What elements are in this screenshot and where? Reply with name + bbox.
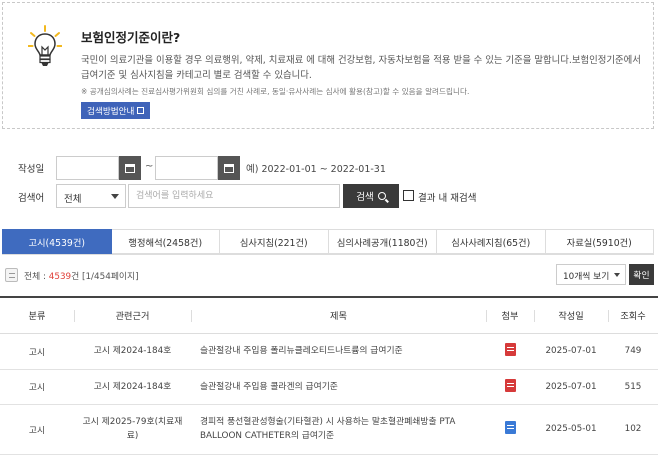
keyword-label: 검색어: [18, 193, 45, 204]
calendar-icon: [224, 163, 234, 173]
header-basis: 관련근거: [74, 296, 191, 334]
confirm-button[interactable]: 확인: [629, 264, 654, 285]
search-guide-label: 검색방법안내: [87, 106, 135, 117]
row-basis: 고시 제2024-184호: [74, 369, 191, 405]
calendar-icon: [125, 163, 135, 173]
search-scope-value: 전체: [64, 194, 82, 205]
row-category: 고시: [0, 404, 74, 455]
category-tabs: 고시(4539건) 행정해석(2458건) 심사지침(221건) 심의사례공개(…: [2, 229, 654, 255]
tab-review-cases-public[interactable]: 심의사례공개(1180건): [328, 229, 437, 254]
date-label: 작성일: [18, 164, 45, 175]
row-basis: 고시 제2025-79호(치료재료): [74, 404, 191, 455]
row-date: 2025-05-01: [534, 404, 608, 455]
pdf-file-icon[interactable]: [504, 378, 516, 392]
search-scope-select[interactable]: 전체: [56, 184, 126, 208]
within-results-checkbox[interactable]: [403, 190, 414, 201]
tab-notice[interactable]: 고시(4539건): [2, 229, 112, 254]
search-guide-button[interactable]: 검색방법안내: [81, 102, 151, 119]
lightbulb-icon: [28, 25, 62, 66]
row-date: 2025-07-01: [534, 333, 608, 370]
row-basis: 고시 제2024-184호: [74, 333, 191, 370]
row-title-link[interactable]: 슬관절강내 주입용 콜라겐의 급여기준: [191, 369, 486, 405]
row-category: 고시: [0, 369, 74, 405]
date-to-input[interactable]: [155, 156, 218, 180]
row-title-link[interactable]: 슬관절강내 주입용 폴리뉴클레오티드나트륨의 급여기준: [191, 333, 486, 370]
row-title-link[interactable]: 경피적 풍선혈관성형술(기타혈관) 시 사용하는 말초혈관폐쇄방출 PTA BA…: [191, 404, 486, 455]
chevron-down-icon: [614, 273, 620, 277]
info-box: 보험인정기준이란? 국민이 의료기관을 이용할 경우 의료행위, 약제, 치료재…: [2, 2, 654, 129]
date-to-calendar-button[interactable]: [218, 156, 240, 180]
table-row[interactable]: 고시 고시 제2025-79호(치료재료) 경피적 풍선혈관성형술(기타혈관) …: [0, 404, 658, 455]
header-attachment: 첨부: [486, 296, 534, 334]
header-category: 분류: [0, 296, 74, 334]
search-input[interactable]: [128, 184, 340, 208]
document-file-icon[interactable]: [504, 421, 516, 434]
date-range-separator: ~: [145, 161, 154, 172]
search-button[interactable]: 검색: [343, 184, 399, 208]
chevron-down-icon: [111, 194, 119, 199]
header-date: 작성일: [534, 296, 608, 334]
results-table: 분류 관련근거 제목 첨부 작성일 조회수 고시 고시 제2024-184호 슬…: [0, 296, 658, 455]
row-attachment: [486, 369, 534, 405]
external-window-icon: [137, 107, 145, 114]
row-views: 515: [608, 369, 658, 405]
tab-review-guidelines[interactable]: 심사지침(221건): [220, 229, 329, 254]
table-row[interactable]: 고시 고시 제2024-184호 슬관절강내 주입용 폴리뉴클레오티드나트륨의 …: [0, 333, 658, 370]
header-views: 조회수: [608, 296, 658, 334]
header-title: 제목: [191, 296, 486, 334]
date-from-calendar-button[interactable]: [119, 156, 141, 180]
result-suffix: 건 [1/454페이지]: [71, 272, 139, 282]
info-note: ※ 공개심의사례는 진료심사평가위원회 심의를 거친 사례로, 동일·유사사례는…: [81, 87, 470, 96]
document-icon: [5, 268, 18, 282]
pdf-file-icon[interactable]: [504, 343, 516, 356]
result-count: 4539: [48, 272, 72, 282]
tab-admin-interpretation[interactable]: 행정해석(2458건): [111, 229, 220, 254]
date-example: 예) 2022-01-01 ~ 2022-01-31: [246, 164, 386, 175]
per-page-value: 10개씩 보기: [563, 272, 610, 282]
tab-review-case-guidelines[interactable]: 심사사례지침(65건): [437, 229, 546, 254]
date-from-input[interactable]: [56, 156, 119, 180]
table-row[interactable]: 고시 고시 제2024-184호 슬관절강내 주입용 콜라겐의 급여기준 202…: [0, 369, 658, 405]
row-category: 고시: [0, 333, 74, 370]
info-title: 보험인정기준이란?: [81, 30, 181, 45]
per-page-select[interactable]: 10개씩 보기: [556, 264, 626, 285]
within-results-label: 결과 내 재검색: [418, 193, 477, 204]
result-prefix: 전체 :: [24, 272, 49, 282]
row-views: 102: [608, 404, 658, 455]
row-date: 2025-07-01: [534, 369, 608, 405]
row-attachment: [486, 333, 534, 370]
row-views: 749: [608, 333, 658, 370]
result-summary: 전체 : 4539건 [1/454페이지]: [24, 269, 139, 282]
info-description: 국민이 의료기관을 이용할 경우 의료행위, 약제, 치료재료 에 대해 건강보…: [81, 55, 641, 81]
row-attachment: [486, 404, 534, 455]
table-header-row: 분류 관련근거 제목 첨부 작성일 조회수: [0, 296, 658, 334]
search-icon: [377, 192, 386, 200]
tab-resources[interactable]: 자료실(5910건): [545, 229, 654, 254]
search-button-label: 검색: [356, 192, 374, 203]
